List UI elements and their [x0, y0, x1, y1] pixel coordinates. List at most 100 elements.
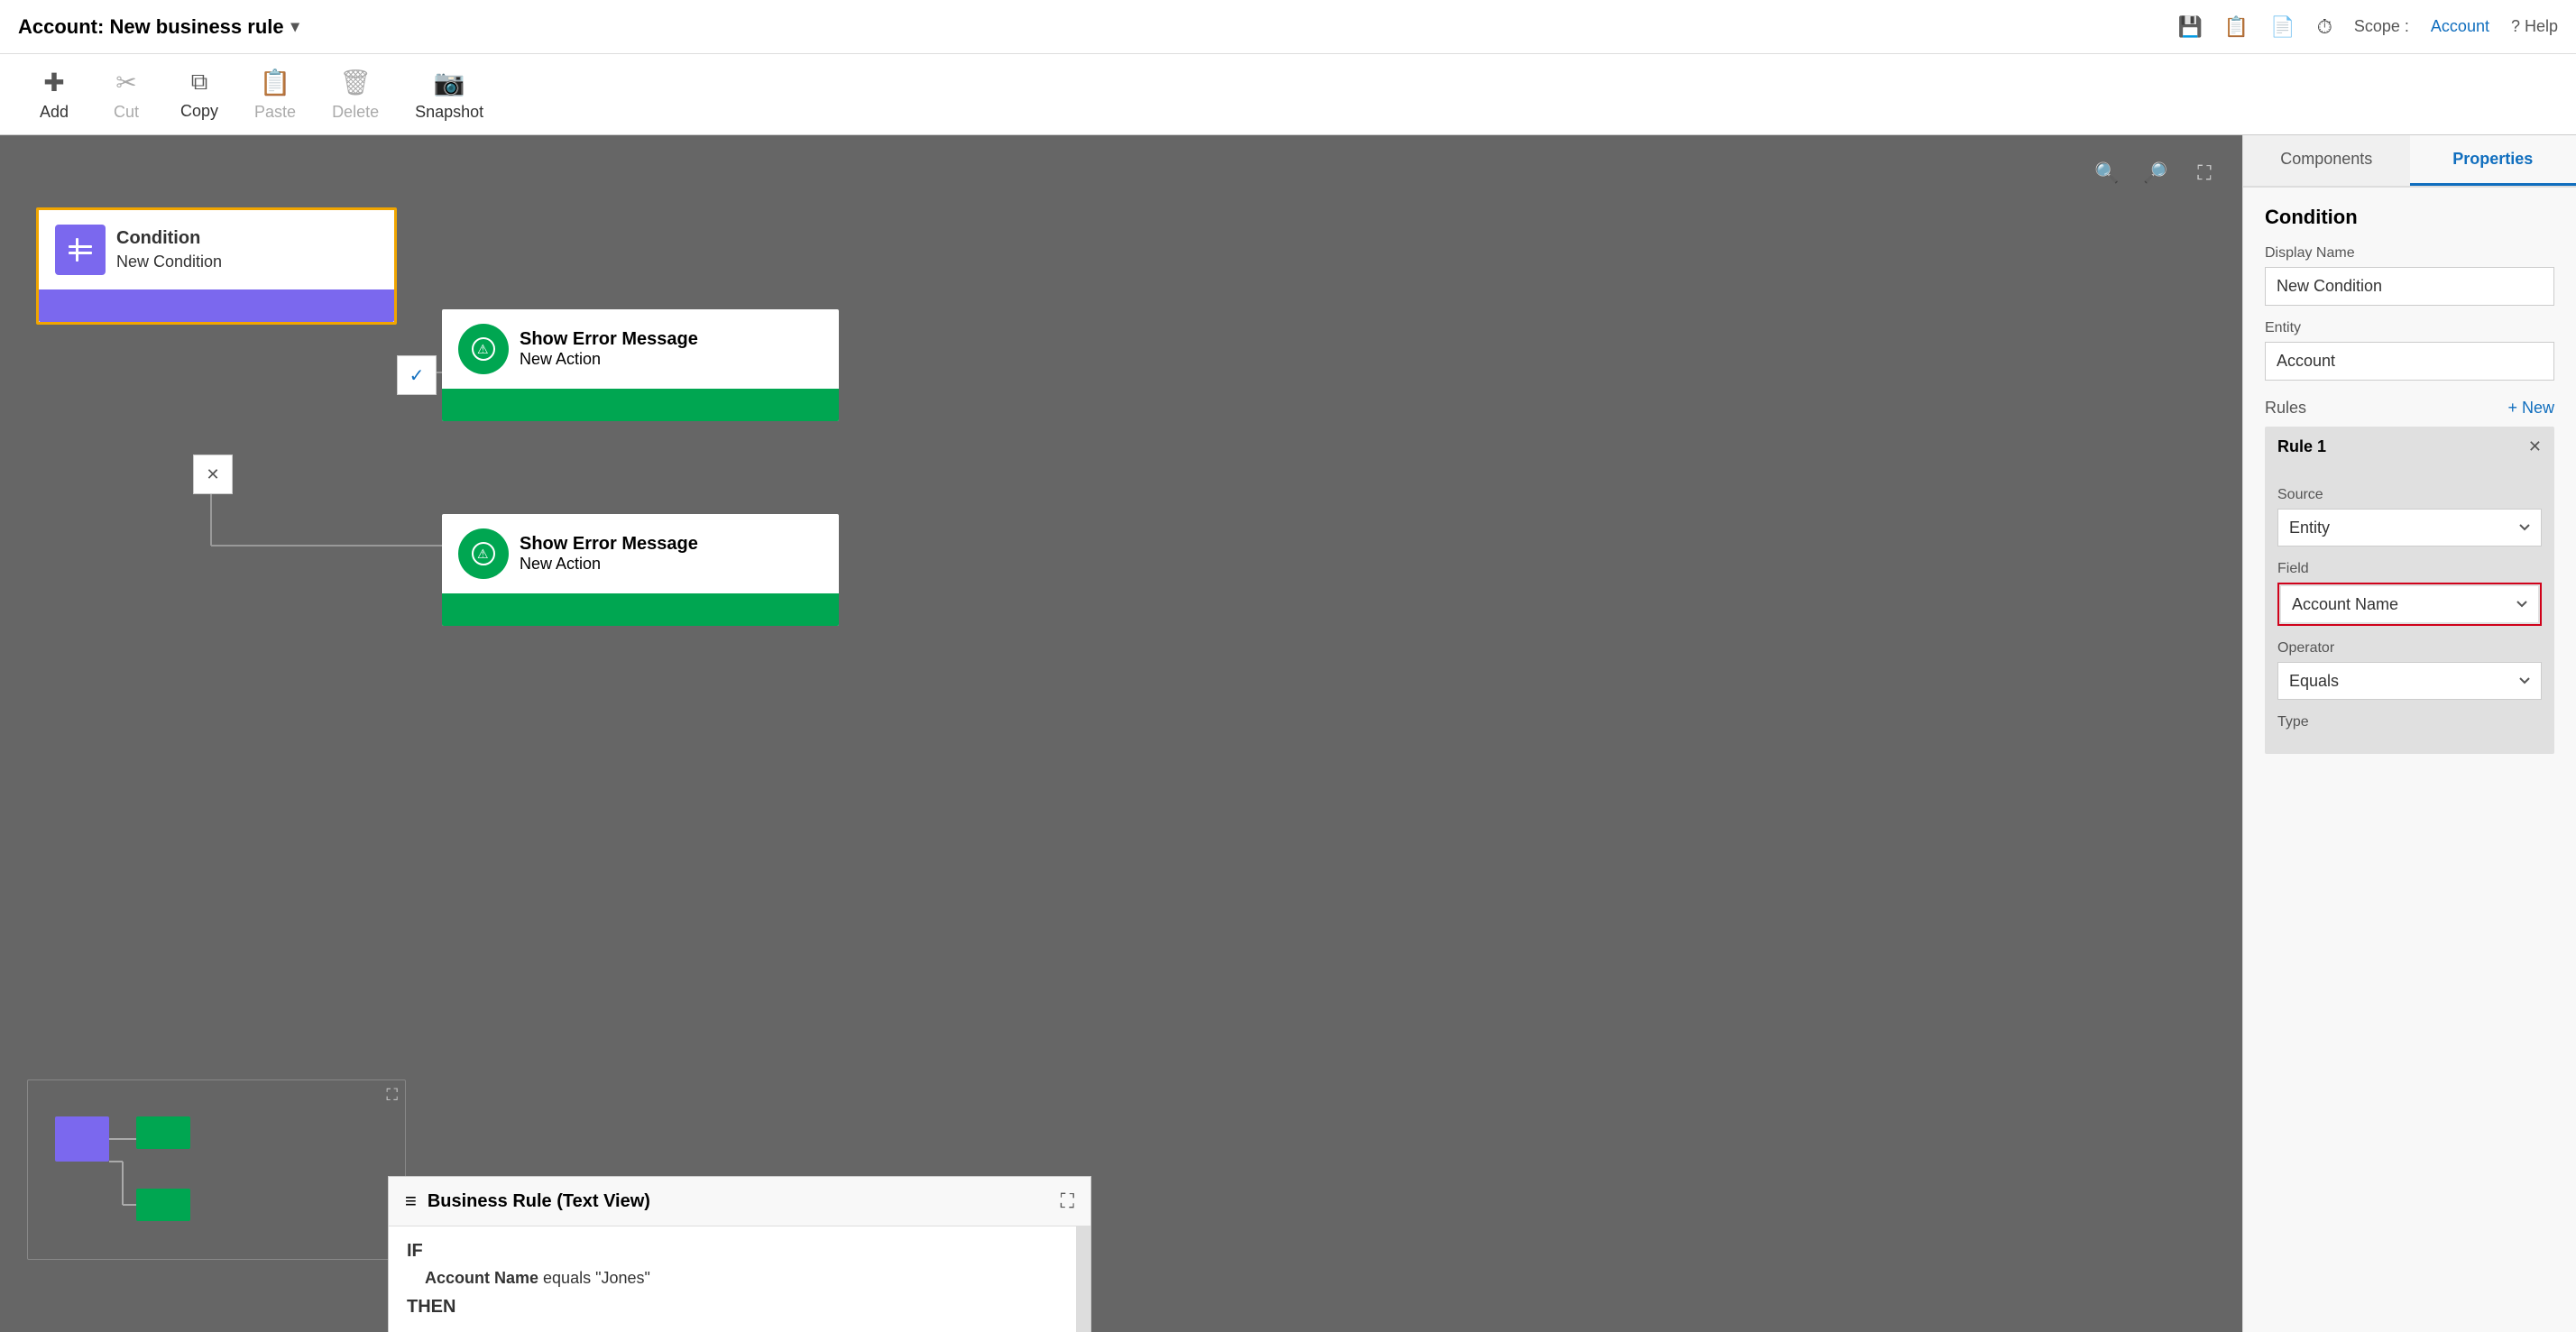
- title-bar-left: Account: New business rule ▾: [18, 15, 299, 39]
- add-label: Add: [40, 103, 69, 122]
- scope-label: Scope :: [2354, 17, 2409, 36]
- entity-label: Entity: [2265, 320, 2554, 336]
- field-highlighted-wrapper: Account Name: [2277, 583, 2542, 626]
- business-rule-panel: ≡ Business Rule (Text View) ⛶ IF Account…: [388, 1176, 1091, 1332]
- panel-section-title: Condition: [2265, 206, 2554, 229]
- export-icon[interactable]: 📄: [2270, 15, 2295, 39]
- cut-label: Cut: [114, 103, 139, 122]
- display-name-input[interactable]: [2265, 267, 2554, 306]
- condition-node[interactable]: Condition New Condition: [36, 207, 397, 325]
- minimap-lines: [28, 1080, 405, 1259]
- panel-content: Condition Display Name Entity Rules + Ne…: [2243, 188, 2576, 1332]
- rules-header: Rules + New: [2265, 399, 2554, 418]
- canvas-area[interactable]: 🔍 🔎 ⛶ C: [0, 135, 2242, 1332]
- br-bold-field: Account Name: [425, 1269, 538, 1287]
- condition-node-header: Condition New Condition: [39, 210, 394, 289]
- title-bar: Account: New business rule ▾ 💾 📋 📄 ⏱ Sco…: [0, 0, 2576, 54]
- right-panel: Components Properties Condition Display …: [2242, 135, 2576, 1332]
- action-bottom-header: ⚠ Show Error Message New Action: [442, 514, 839, 593]
- page-title: Account: New business rule: [18, 15, 284, 39]
- operator-select[interactable]: Equals: [2277, 662, 2542, 700]
- br-if-label: IF: [407, 1241, 1072, 1262]
- svg-text:⚠: ⚠: [477, 342, 489, 356]
- source-select[interactable]: Entity: [2277, 509, 2542, 547]
- action-bottom-label1: Show Error Message: [520, 534, 698, 555]
- condition-label1: Condition: [116, 225, 222, 251]
- field-select[interactable]: Account Name: [2281, 586, 2538, 622]
- title-dropdown-icon[interactable]: ▾: [291, 17, 299, 36]
- action-bottom-icon: ⚠: [458, 528, 509, 579]
- copy-button[interactable]: ⧉ Copy: [162, 60, 236, 128]
- type-label: Type: [2277, 714, 2542, 730]
- cut-button[interactable]: ✂ Cut: [90, 60, 162, 129]
- rules-label: Rules: [2265, 399, 2306, 418]
- action-top-icon: ⚠: [458, 324, 509, 374]
- paste-icon: 📋: [260, 68, 291, 97]
- action-bottom-title: Show Error Message New Action: [520, 534, 698, 574]
- action-top-header: ⚠ Show Error Message New Action: [442, 309, 839, 389]
- br-panel-header: ≡ Business Rule (Text View) ⛶: [389, 1177, 1090, 1226]
- action-bottom-footer: [442, 593, 839, 626]
- br-scroll[interactable]: [1076, 1226, 1090, 1332]
- source-label: Source: [2277, 487, 2542, 503]
- paste-button[interactable]: 📋 Paste: [236, 60, 314, 129]
- br-expand-icon[interactable]: ⛶: [1061, 1190, 1074, 1213]
- copy-label: Copy: [180, 102, 218, 121]
- condition-label2: New Condition: [116, 251, 222, 273]
- zoom-out-button[interactable]: 🔍: [2087, 153, 2127, 193]
- minimap: ⛶: [27, 1079, 406, 1260]
- checklist-icon[interactable]: 📋: [2224, 15, 2249, 39]
- action-node-bottom[interactable]: ⚠ Show Error Message New Action: [442, 514, 839, 626]
- condition-node-footer: [39, 289, 394, 322]
- canvas-controls: 🔍 🔎 ⛶: [2087, 153, 2224, 193]
- scope-value[interactable]: Account: [2431, 17, 2489, 36]
- action-top-label2: New Action: [520, 350, 698, 369]
- save-icon[interactable]: 💾: [2177, 15, 2202, 39]
- connector-check-button[interactable]: ✓: [397, 355, 437, 395]
- br-panel-title-area: ≡ Business Rule (Text View): [405, 1190, 650, 1213]
- action-bottom-label2: New Action: [520, 555, 698, 574]
- paste-label: Paste: [254, 103, 296, 122]
- br-then-label: THEN: [407, 1297, 1072, 1318]
- condition-icon: [55, 225, 106, 275]
- snapshot-label: Snapshot: [415, 103, 483, 122]
- display-name-label: Display Name: [2265, 245, 2554, 262]
- svg-text:⚠: ⚠: [477, 547, 489, 561]
- copy-icon: ⧉: [191, 68, 208, 96]
- action-node-top[interactable]: ⚠ Show Error Message New Action: [442, 309, 839, 421]
- title-bar-right: 💾 📋 📄 ⏱ Scope : Account ? Help: [2177, 15, 2558, 39]
- cut-icon: ✂: [115, 68, 136, 97]
- rule-close-button[interactable]: ✕: [2528, 437, 2542, 456]
- operator-label: Operator: [2277, 640, 2542, 657]
- br-rule-text: Account Name equals "Jones": [425, 1269, 1072, 1288]
- rules-new-button[interactable]: + New: [2507, 399, 2554, 418]
- rule-title: Rule 1: [2277, 437, 2326, 456]
- rule-inner: Source Entity Field Account Name Operato…: [2277, 465, 2542, 743]
- br-panel-body: IF Account Name equals "Jones" THEN: [389, 1226, 1090, 1332]
- help-link[interactable]: ? Help: [2511, 17, 2558, 36]
- snapshot-button[interactable]: 📷 Snapshot: [397, 60, 501, 129]
- zoom-in-button[interactable]: 🔎: [2136, 153, 2176, 193]
- field-label: Field: [2277, 561, 2542, 577]
- entity-input[interactable]: [2265, 342, 2554, 381]
- action-top-label1: Show Error Message: [520, 329, 698, 350]
- rule-card: Rule 1 ✕ Source Entity Field Account Nam…: [2265, 427, 2554, 754]
- tab-properties[interactable]: Properties: [2410, 135, 2576, 186]
- toolbar: ✚ Add ✂ Cut ⧉ Copy 📋 Paste 🗑 Delete 📷 Sn…: [0, 54, 2576, 135]
- add-icon: ✚: [43, 68, 64, 97]
- tab-components[interactable]: Components: [2243, 135, 2410, 186]
- main-layout: 🔍 🔎 ⛶ C: [0, 135, 2576, 1332]
- panel-tabs: Components Properties: [2243, 135, 2576, 188]
- delete-branch-button[interactable]: ✕: [193, 455, 233, 494]
- action-top-title: Show Error Message New Action: [520, 329, 698, 369]
- delete-button[interactable]: 🗑 Delete: [314, 60, 397, 129]
- condition-node-title: Condition New Condition: [116, 225, 222, 273]
- snapshot-icon: 📷: [434, 68, 465, 97]
- rule-card-header: Rule 1 ✕: [2277, 437, 2542, 456]
- fit-screen-button[interactable]: ⛶: [2185, 153, 2224, 193]
- delete-label: Delete: [332, 103, 379, 122]
- timer-icon[interactable]: ⏱: [2317, 15, 2332, 39]
- br-panel-title: Business Rule (Text View): [428, 1191, 650, 1212]
- add-button[interactable]: ✚ Add: [18, 60, 90, 129]
- delete-icon: 🗑: [339, 68, 372, 97]
